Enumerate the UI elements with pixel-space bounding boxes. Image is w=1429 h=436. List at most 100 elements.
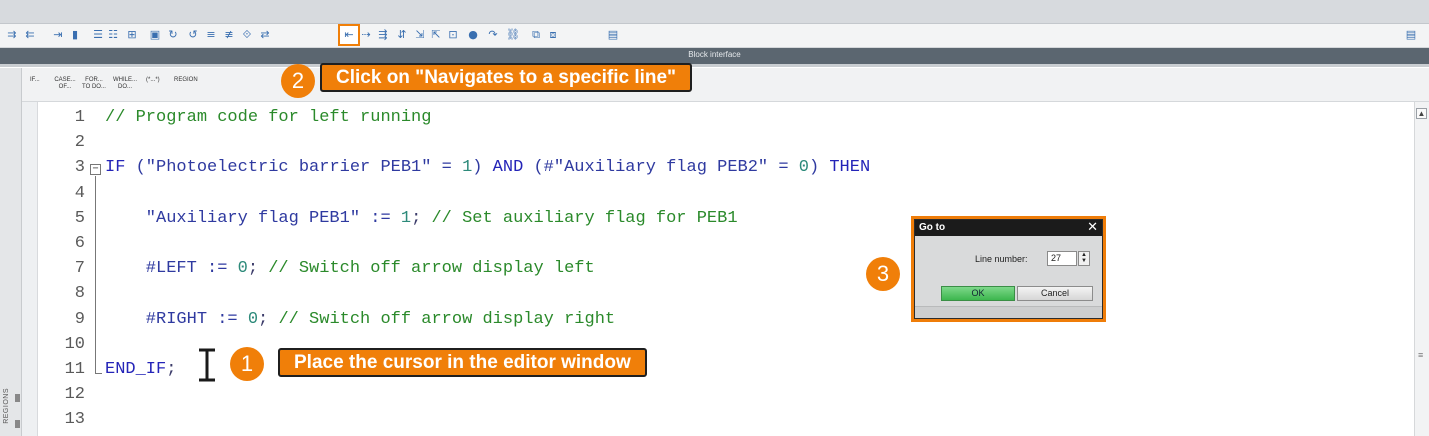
panel-toggle-icon[interactable]: ▤ — [1403, 27, 1419, 43]
line-number: 3 — [74, 158, 85, 178]
code-token: THEN — [829, 158, 871, 178]
keyword-region[interactable]: REGION — [174, 77, 198, 84]
code-text: END_IF; — [105, 357, 176, 382]
line-number-spinner-icon[interactable]: ▲ ▼ — [1078, 251, 1090, 266]
callout-2-number: 2 — [281, 64, 315, 98]
code-token: ; — [166, 360, 177, 379]
fold-end-marker — [95, 373, 102, 374]
code-token: 1 — [400, 208, 412, 228]
code-text: #RIGHT := 0; // Switch off arrow display… — [105, 307, 615, 332]
line-number: 1 — [74, 108, 85, 127]
code-token: 0 — [247, 309, 259, 329]
insert-indent-icon[interactable]: ⇥ — [50, 27, 66, 43]
view-icon[interactable]: ▣ — [147, 27, 163, 43]
jump-icon[interactable]: ⇄ — [257, 27, 273, 43]
block-interface-splitter[interactable] — [0, 64, 1429, 67]
line-number-input[interactable]: 27 — [1047, 251, 1077, 266]
line-number: 9 — [74, 309, 85, 329]
scroll-grip-icon: ≡ — [1418, 350, 1424, 360]
comment-icon[interactable]: ≡ — [203, 27, 219, 43]
line-number: 13 — [64, 410, 85, 430]
title-bar — [0, 0, 1429, 24]
split-icon[interactable]: ⇵ — [394, 27, 410, 43]
region-icon[interactable]: ⟐ — [239, 27, 255, 43]
code-token: 0 — [798, 158, 809, 178]
regions-rail[interactable] — [0, 68, 22, 436]
code-text: #LEFT := 0; // Switch off arrow display … — [105, 256, 595, 281]
line-number-label: Line number: — [975, 254, 1028, 264]
align-icon[interactable]: ⇲ — [412, 27, 428, 43]
code-token: ) — [808, 158, 830, 178]
block-interface-title: Block interface — [688, 50, 741, 59]
line-number: 10 — [64, 334, 85, 354]
goto-dialog-title: Go to ✕ — [915, 220, 1102, 236]
indent-right-icon[interactable]: ⇶ — [375, 27, 391, 43]
goto-dialog-title-text: Go to — [919, 222, 946, 233]
keyword-comment[interactable]: (*...*) — [146, 77, 160, 84]
code-token: #RIGHT := — [105, 309, 248, 329]
indent-icon[interactable]: ⇉ — [4, 27, 20, 43]
line-number: 7 — [74, 259, 85, 279]
callout-1-text: Place the cursor in the editor window — [278, 348, 647, 377]
code-token: ; — [258, 309, 279, 329]
compare-icon[interactable]: ⧉ — [528, 27, 544, 43]
watch-off-icon[interactable]: ↺ — [185, 27, 201, 43]
callout-2-text: Click on "Navigates to a specific line" — [320, 63, 693, 92]
line-number: 6 — [74, 234, 85, 253]
compare-2-icon[interactable]: ⧈ — [545, 27, 561, 43]
code-token: 1 — [462, 158, 473, 178]
editor-gutter — [22, 102, 38, 436]
line-number: 11 — [64, 360, 85, 379]
block-list-icon[interactable]: ☷ — [105, 27, 121, 43]
list-icon[interactable]: ☰ — [90, 27, 106, 43]
code-text: // Program code for left running — [105, 105, 431, 130]
goto-icon[interactable]: ⇢ — [358, 27, 374, 43]
close-icon[interactable]: ✕ — [1087, 220, 1098, 236]
text-cursor-icon — [199, 348, 215, 382]
code-token: (#"Auxiliary flag PEB2" = — [523, 158, 799, 178]
format-icon[interactable]: ⊡ — [445, 27, 461, 43]
goto-dialog-footer — [915, 306, 1102, 318]
code-token: // Program code for left running — [105, 108, 432, 127]
outdent-icon[interactable]: ⇇ — [22, 27, 38, 43]
block-interface-bar[interactable]: Block interface — [0, 48, 1429, 64]
vertical-scrollbar[interactable] — [1414, 102, 1429, 436]
keyword-for[interactable]: FOR... TO DO... — [82, 77, 106, 91]
callout-3-number: 3 — [866, 257, 900, 291]
fold-toggle[interactable]: − — [90, 164, 101, 175]
link-icon[interactable]: ⛓ — [505, 27, 521, 43]
code-token: ; — [411, 208, 432, 228]
rail-marker — [15, 394, 20, 402]
code-token: ) — [472, 158, 493, 178]
ok-button[interactable]: OK — [941, 286, 1015, 301]
watch-on-icon[interactable]: ↻ — [165, 27, 181, 43]
code-text: IF ("Photoelectric barrier PEB1" = 1) AN… — [105, 155, 870, 180]
db-icon[interactable]: ▤ — [605, 27, 621, 43]
code-token: #LEFT := — [105, 259, 238, 279]
cancel-button[interactable]: Cancel — [1017, 286, 1093, 301]
breakpoint-icon[interactable]: ● — [465, 27, 481, 43]
navigate-to-line-icon[interactable]: ⇤ — [338, 24, 360, 46]
keyword-if[interactable]: IF... — [30, 77, 40, 84]
scroll-up-arrow-icon[interactable]: ▲ — [1416, 108, 1427, 119]
code-token: // Set auxiliary flag for PEB1 — [431, 208, 738, 228]
line-number: 4 — [74, 183, 85, 203]
step-icon[interactable]: ↷ — [485, 27, 501, 43]
uncomment-icon[interactable]: ≢ — [221, 27, 237, 43]
code-token: ; — [247, 259, 269, 279]
align-2-icon[interactable]: ⇱ — [428, 27, 444, 43]
regions-label: REGIONS — [3, 388, 10, 424]
code-token: 0 — [237, 259, 248, 279]
code-token: // Switch off arrow display right — [278, 309, 616, 329]
code-token: // Switch off arrow display left — [268, 259, 595, 279]
goto-dialog: Go to ✕ Line number: 27 ▲ ▼ OK Cancel — [911, 216, 1106, 322]
line-number: 2 — [74, 133, 85, 153]
keyword-bar: IF... CASE... OF... FOR... TO DO... WHIL… — [22, 68, 1429, 102]
line-number: 5 — [74, 208, 85, 228]
code-token: IF — [105, 158, 126, 178]
keyword-while[interactable]: WHILE... DO... — [112, 77, 138, 91]
instance-icon[interactable]: ⊞ — [124, 27, 140, 43]
bookmark-icon[interactable]: ▮ — [67, 27, 83, 43]
keyword-case[interactable]: CASE... OF... — [53, 77, 77, 91]
code-editor[interactable]: − 1 // Program code for left running 2 3 IF … — [38, 102, 1414, 436]
